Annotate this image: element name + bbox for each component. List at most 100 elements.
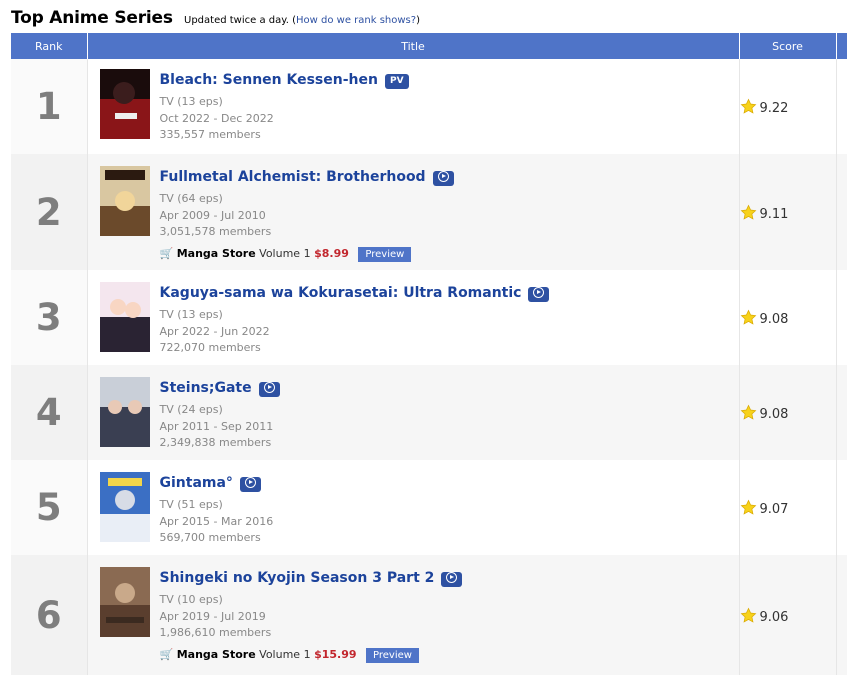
extra-column-header — [836, 33, 847, 59]
extra-cell — [836, 59, 847, 154]
anime-thumbnail[interactable] — [99, 282, 150, 352]
shopping-cart-icon: 🛒 — [159, 246, 174, 260]
rank-number: 4 — [35, 391, 62, 434]
title-column-header: Title — [87, 33, 740, 59]
anime-type: TV (24 eps) — [159, 403, 223, 416]
play-icon — [446, 572, 458, 583]
anime-type: TV (10 eps) — [159, 593, 223, 606]
anime-members: 722,070 members — [159, 341, 261, 354]
anime-type: TV (13 eps) — [159, 308, 223, 321]
poster-image — [99, 377, 150, 447]
store-volume: Volume 1 — [259, 647, 311, 661]
anime-dates: Apr 2011 - Sep 2011 — [159, 419, 274, 433]
title-cell: Bleach: Sennen Kessen-hen PV TV (13 eps) … — [87, 59, 740, 154]
poster-image — [99, 166, 150, 236]
manga-store-link[interactable]: Manga Store — [177, 648, 256, 661]
page-title: Top Anime Series — [11, 8, 173, 28]
play-icon — [533, 287, 545, 298]
anime-title-link[interactable]: Kaguya-sama wa Kokurasetai: Ultra Romant… — [160, 285, 522, 301]
anime-thumbnail[interactable] — [99, 69, 150, 139]
rank-cell: 3 — [11, 270, 88, 365]
anime-members: 569,700 members — [159, 531, 261, 544]
poster-image — [99, 69, 150, 139]
score-cell: 9.11 — [739, 154, 837, 270]
star-icon — [740, 204, 756, 220]
store-price: $8.99 — [314, 246, 349, 260]
anime-dates: Apr 2019 - Jul 2019 — [159, 609, 266, 623]
anime-title-link[interactable]: Bleach: Sennen Kessen-hen — [160, 72, 378, 88]
video-badge[interactable] — [441, 572, 463, 587]
play-icon — [263, 382, 275, 393]
anime-information: TV (64 eps) Apr 2009 - Jul 2010 3,051,57… — [160, 191, 454, 241]
anime-members: 1,986,610 members — [159, 626, 272, 639]
table-row: 4 Steins;Gate TV (24 eps) Apr 2011 - Sep… — [11, 365, 847, 460]
table-header-row: Rank Title Score — [11, 33, 847, 59]
score-value: 9.11 — [759, 206, 789, 222]
score-cell: 9.08 — [739, 270, 837, 365]
anime-dates: Apr 2015 - Mar 2016 — [159, 514, 274, 528]
extra-cell — [836, 555, 847, 675]
anime-thumbnail[interactable] — [99, 567, 150, 637]
extra-cell — [836, 270, 847, 365]
star-icon — [740, 607, 756, 623]
star-icon — [740, 98, 756, 114]
anime-information: TV (13 eps) Apr 2022 - Jun 2022 722,070 … — [160, 307, 550, 357]
video-badge[interactable] — [528, 287, 550, 302]
anime-dates: Apr 2022 - Jun 2022 — [159, 324, 270, 338]
table-row: 5 Gintama° TV (51 eps) Apr 2015 - Mar 20… — [11, 460, 847, 555]
anime-thumbnail[interactable] — [99, 472, 150, 542]
manga-store-promo: 🛒 Manga Store Volume 1 $15.99 Preview — [160, 647, 463, 663]
rank-cell: 1 — [11, 59, 88, 154]
store-volume: Volume 1 — [259, 246, 311, 260]
title-cell: Kaguya-sama wa Kokurasetai: Ultra Romant… — [87, 270, 740, 365]
score-cell: 9.22 — [739, 59, 837, 154]
table-row: 2 Fullmetal Alchemist: Brotherhood TV (6… — [11, 154, 847, 270]
pv-badge[interactable]: PV — [384, 74, 409, 89]
anime-title-link[interactable]: Steins;Gate — [160, 380, 252, 396]
rank-cell: 2 — [11, 154, 88, 270]
preview-button[interactable]: Preview — [358, 246, 412, 262]
anime-information: TV (24 eps) Apr 2011 - Sep 2011 2,349,83… — [160, 402, 280, 452]
score-value: 9.08 — [759, 407, 789, 422]
anime-dates: Oct 2022 - Dec 2022 — [159, 111, 274, 125]
rank-cell: 5 — [11, 460, 88, 555]
score-value: 9.07 — [759, 502, 789, 517]
anime-title-link[interactable]: Shingeki no Kyojin Season 3 Part 2 — [160, 570, 435, 586]
extra-cell — [836, 154, 847, 270]
anime-title-link[interactable]: Gintama° — [160, 475, 233, 491]
rank-number: 6 — [35, 593, 62, 637]
ranking-table: Rank Title Score 1 Bleach: Sennen Kessen… — [11, 33, 847, 675]
rank-number: 5 — [35, 486, 62, 529]
anime-thumbnail[interactable] — [99, 166, 150, 236]
anime-members: 3,051,578 members — [159, 225, 272, 238]
table-row: 1 Bleach: Sennen Kessen-hen PV TV (13 eps… — [11, 59, 847, 154]
extra-cell — [836, 460, 847, 555]
anime-thumbnail[interactable] — [99, 377, 150, 447]
play-icon — [244, 477, 256, 488]
video-badge[interactable] — [432, 171, 454, 186]
preview-button[interactable]: Preview — [366, 647, 419, 663]
score-value: 9.22 — [759, 101, 789, 116]
score-cell: 9.08 — [739, 365, 837, 460]
score-cell: 9.07 — [739, 460, 837, 555]
title-cell: Fullmetal Alchemist: Brotherhood TV (64 … — [87, 154, 740, 270]
extra-cell — [836, 365, 847, 460]
anime-members: 335,557 members — [159, 128, 261, 141]
rank-column-header: Rank — [11, 33, 88, 59]
video-badge[interactable] — [239, 477, 261, 492]
anime-members: 2,349,838 members — [159, 436, 272, 449]
manga-store-link[interactable]: Manga Store — [177, 247, 256, 260]
poster-image — [99, 567, 150, 637]
page-header: Top Anime Series Updated twice a day. (H… — [0, 0, 847, 32]
video-badge[interactable] — [258, 382, 280, 397]
title-cell: Shingeki no Kyojin Season 3 Part 2 TV (1… — [87, 555, 740, 675]
how-we-rank-link[interactable]: How do we rank shows? — [296, 15, 416, 26]
anime-title-link[interactable]: Fullmetal Alchemist: Brotherhood — [160, 169, 426, 185]
rank-number: 3 — [35, 296, 62, 339]
star-icon — [740, 309, 756, 325]
score-cell: 9.06 — [739, 555, 837, 675]
score-column-header: Score — [739, 33, 837, 59]
table-row: 6 Shingeki no Kyojin Season 3 Part 2 TV … — [11, 555, 847, 675]
anime-information: TV (51 eps) Apr 2015 - Mar 2016 569,700 … — [160, 497, 274, 547]
title-cell: Gintama° TV (51 eps) Apr 2015 - Mar 2016… — [87, 460, 740, 555]
